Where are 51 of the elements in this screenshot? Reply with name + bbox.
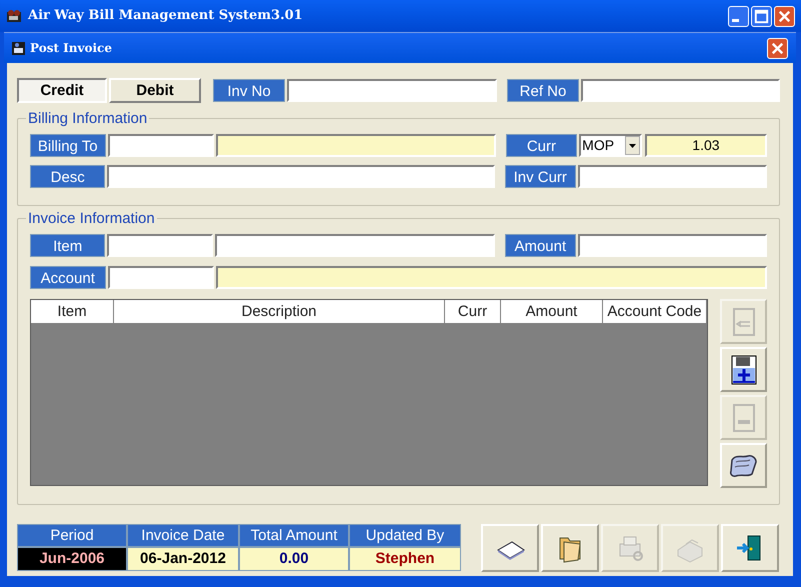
input-field[interactable] (216, 266, 767, 289)
minimize-icon (732, 18, 739, 22)
field-label: Curr (506, 134, 578, 157)
minimize-button[interactable] (728, 6, 749, 26)
field-label: Ref No (507, 79, 579, 102)
input-field[interactable] (215, 234, 495, 257)
disk-plus-button[interactable] (720, 347, 767, 392)
field-label: Billing To (30, 134, 106, 157)
column-header[interactable]: Curr (445, 300, 501, 324)
folder-button[interactable] (541, 524, 599, 572)
column-header[interactable]: Description (114, 300, 445, 324)
summary-value: Stephen (349, 547, 461, 571)
close-button[interactable] (767, 38, 788, 58)
summary-value: Jun-2006 (17, 547, 127, 571)
column-header[interactable]: Account Code (603, 300, 707, 324)
field-label: Amount (504, 234, 576, 257)
dialog-title: Post Invoice (30, 40, 113, 57)
input-field[interactable] (107, 165, 495, 188)
field-label: Inv No (213, 79, 285, 102)
form-icon (12, 42, 25, 54)
input-field[interactable] (287, 79, 497, 102)
summary-header: Invoice Date (127, 524, 239, 547)
exit-door-button[interactable] (721, 524, 779, 572)
summary-value: 06-Jan-2012 (127, 547, 239, 571)
mode-tab[interactable]: Debit (109, 78, 201, 103)
field-label: Desc (30, 165, 106, 188)
summary-header: Updated By (349, 524, 461, 547)
column-header[interactable]: Amount (501, 300, 603, 324)
summary-value: 0.00 (239, 547, 349, 571)
input-field[interactable] (578, 234, 767, 257)
input-field[interactable] (108, 266, 214, 289)
window-title: Air Way Bill Management System3.01 (28, 7, 304, 26)
input-field[interactable] (216, 134, 496, 157)
input-field[interactable] (107, 234, 214, 257)
rate-field[interactable]: 1.03 (644, 134, 768, 157)
field-label: Item (30, 234, 106, 257)
summary-header: Total Amount (239, 524, 349, 547)
input-field[interactable] (108, 134, 214, 157)
currency-dropdown[interactable]: MOP (579, 134, 642, 157)
close-button[interactable] (774, 6, 795, 26)
field-label: Account (30, 266, 106, 289)
column-header[interactable]: Item (31, 300, 114, 324)
mode-tab[interactable]: Credit (17, 78, 107, 103)
scroll-button[interactable] (720, 443, 767, 488)
app-icon (6, 9, 22, 23)
input-field[interactable] (581, 79, 780, 102)
field-label: Inv Curr (504, 165, 576, 188)
summary-header: Period (17, 524, 127, 547)
maximize-button[interactable] (751, 6, 772, 26)
group-title: Billing Information (26, 110, 150, 127)
input-field[interactable] (578, 165, 767, 188)
